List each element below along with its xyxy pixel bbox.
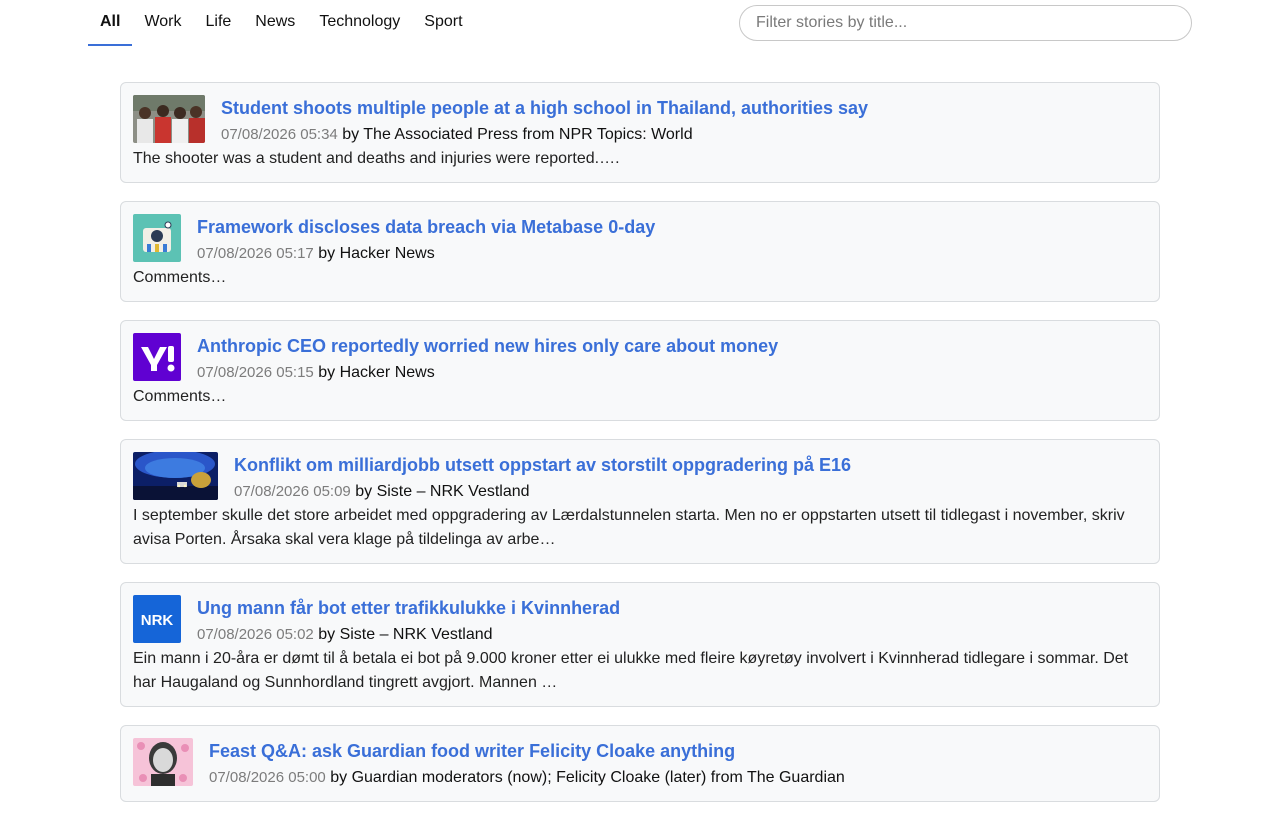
story-meta: 07/08/2026 05:15 by Hacker News [133,361,1147,385]
story-thumbnail[interactable] [133,214,181,262]
story-title-link[interactable]: Student shoots multiple people at a high… [133,96,1147,120]
story-card: NRK Ung mann får bot etter trafikkulukke… [120,582,1160,707]
story-meta: 07/08/2026 05:17 by Hacker News [133,242,1147,266]
story-thumbnail[interactable] [133,738,193,786]
story-meta: 07/08/2026 05:09 by Siste – NRK Vestland [133,480,1147,504]
framework-logo-icon [133,214,181,262]
story-byline: by Guardian moderators (now); Felicity C… [325,769,845,786]
story-card: Konflikt om milliardjobb utsett oppstart… [120,439,1160,564]
story-title-link[interactable]: Anthropic CEO reportedly worried new hir… [133,334,1147,358]
story-byline: by Hacker News [313,245,435,262]
tunnel-photo-image [133,452,218,500]
tab-technology[interactable]: Technology [307,0,412,46]
tab-sport[interactable]: Sport [412,0,474,46]
tab-news[interactable]: News [243,0,307,46]
story-date: 07/08/2026 05:15 [197,364,314,381]
tab-life[interactable]: Life [194,0,244,46]
story-thumbnail[interactable] [133,452,218,500]
story-card: Anthropic CEO reportedly worried new hir… [120,320,1160,421]
story-meta: 07/08/2026 05:00 by Guardian moderators … [133,766,1147,790]
story-byline: by The Associated Press from NPR Topics:… [337,126,693,143]
story-byline: by Hacker News [313,364,435,381]
story-title-link[interactable]: Framework discloses data breach via Meta… [133,215,1147,239]
school-photo-image [133,95,205,143]
tab-work[interactable]: Work [132,0,193,46]
story-thumbnail[interactable] [133,333,181,381]
nrk-logo-text: NRK [141,612,174,629]
story-date: 07/08/2026 05:09 [234,483,351,500]
story-date: 07/08/2026 05:02 [197,626,314,643]
story-feed: Student shoots multiple people at a high… [120,82,1160,820]
story-title-link[interactable]: Konflikt om milliardjobb utsett oppstart… [133,453,1147,477]
story-card: Framework discloses data breach via Meta… [120,201,1160,302]
story-meta: 07/08/2026 05:02 by Siste – NRK Vestland [133,623,1147,647]
story-thumbnail[interactable] [133,95,205,143]
story-date: 07/08/2026 05:34 [221,126,338,143]
story-summary: Ein mann i 20-åra er dømt til å betala e… [133,650,1129,691]
nrk-logo-icon: NRK [133,595,181,643]
story-summary: I september skulle det store arbeidet me… [133,507,1125,548]
story-title-link[interactable]: Feast Q&A: ask Guardian food writer Feli… [133,739,1147,763]
top-bar: All Work Life News Technology Sport [0,0,1280,46]
story-meta: 07/08/2026 05:34 by The Associated Press… [133,123,1147,147]
story-byline: by Siste – NRK Vestland [313,626,493,643]
story-summary: Comments… [133,388,227,405]
story-title-link[interactable]: Ung mann får bot etter trafikkulukke i K… [133,596,1147,620]
story-summary: The shooter was a student and deaths and… [133,150,620,167]
story-date: 07/08/2026 05:17 [197,245,314,262]
filter-search-input[interactable] [739,5,1192,41]
story-summary: Comments… [133,269,227,286]
portrait-photo-image [133,738,193,786]
story-card: Student shoots multiple people at a high… [120,82,1160,183]
story-thumbnail[interactable]: NRK [133,595,181,643]
story-byline: by Siste – NRK Vestland [350,483,530,500]
story-date: 07/08/2026 05:00 [209,769,326,786]
category-tabs: All Work Life News Technology Sport [88,0,475,46]
yahoo-logo-icon [133,333,181,381]
story-card: Feast Q&A: ask Guardian food writer Feli… [120,725,1160,802]
tab-all[interactable]: All [88,0,133,46]
